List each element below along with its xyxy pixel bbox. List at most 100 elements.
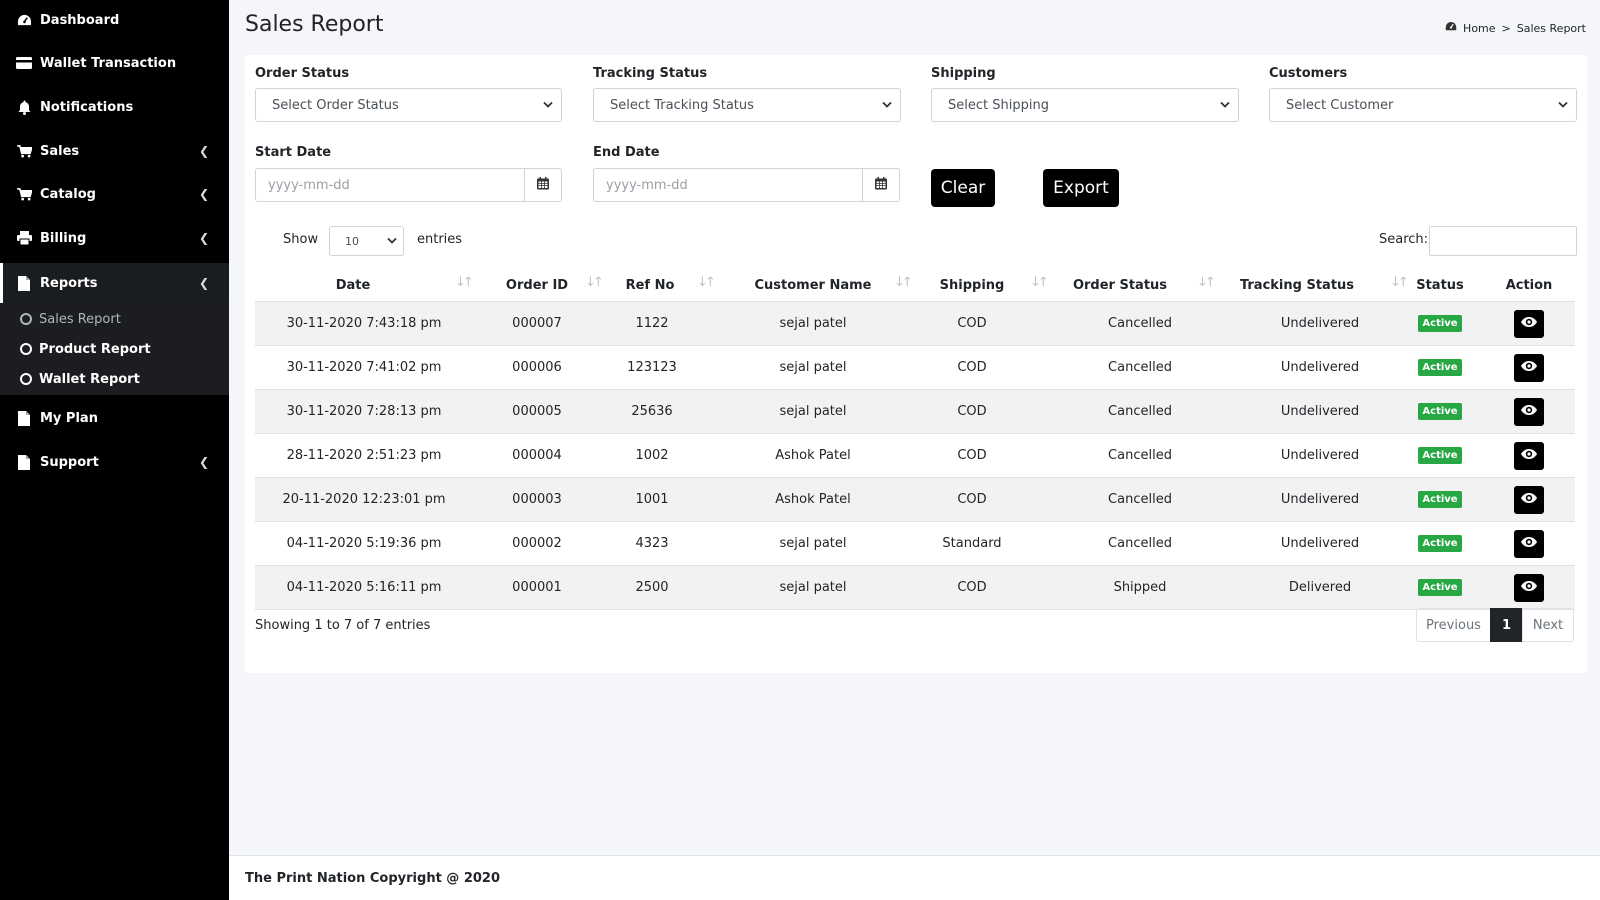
chevron-down-icon [543, 98, 553, 113]
cell-status: Active [1405, 522, 1475, 565]
order-status-select[interactable]: Select Order Status [255, 88, 562, 122]
shipping-select-value: Select Shipping [948, 97, 1049, 113]
end-date-input[interactable]: yyyy-mm-dd [593, 168, 863, 202]
cell-order-id: 000002 [512, 536, 562, 551]
status-badge: Active [1418, 491, 1462, 508]
view-button[interactable] [1514, 441, 1544, 470]
show-label: Show [283, 232, 319, 247]
column-header-order-status[interactable]: Order Status [1045, 269, 1195, 301]
customers-select[interactable]: Select Customer [1269, 88, 1577, 122]
pagination-next[interactable]: Next [1522, 608, 1574, 642]
cell-date: 30-11-2020 7:28:13 pm [286, 404, 442, 419]
column-header-action: Action [1505, 277, 1553, 293]
sidebar-item-dashboard[interactable]: Dashboard [0, 0, 229, 40]
sidebar-item-label: Catalog [40, 186, 96, 202]
sort-icon[interactable]: ↓↑ [1197, 275, 1216, 290]
table-row: 30-11-2020 7:28:13 pm 000005 25636 sejal… [255, 390, 1575, 434]
view-button[interactable] [1514, 529, 1544, 558]
breadcrumb: Home > Sales Report [1445, 21, 1586, 35]
sidebar-item-label: Dashboard [40, 12, 120, 28]
cell-order-id: 000006 [512, 360, 562, 375]
order-status-label: Order Status [255, 66, 350, 81]
sort-icon[interactable]: ↓↑ [894, 275, 913, 290]
submenu-item-sales-report[interactable]: Sales Report [0, 305, 229, 333]
chevron-left-icon: ❮ [198, 455, 209, 469]
eye-icon [1520, 492, 1538, 508]
sidebar-item-notifications[interactable]: Notifications [0, 87, 229, 127]
bell-icon [16, 99, 32, 115]
tracking-status-select[interactable]: Select Tracking Status [593, 88, 901, 122]
cell-date: 04-11-2020 5:19:36 pm [286, 536, 442, 551]
column-header-shipping[interactable]: Shipping [915, 269, 1029, 301]
cell-tracking-status: Undelivered [1280, 316, 1360, 331]
pagination-previous[interactable]: Previous [1416, 608, 1491, 642]
cell-customer-name: sejal patel [779, 316, 847, 331]
cell-action [1489, 566, 1569, 609]
view-button[interactable] [1514, 485, 1544, 514]
column-header-ref-no[interactable]: Ref No [603, 269, 697, 301]
submenu-item-product-report[interactable]: Product Report [0, 335, 229, 363]
cell-customer-name: Ashok Patel [775, 492, 851, 507]
search-input[interactable] [1429, 226, 1577, 256]
column-header-customer-name[interactable]: Customer Name [733, 269, 893, 301]
sidebar-item-label: Billing [40, 230, 87, 246]
column-header-tracking-status[interactable]: Tracking Status [1215, 269, 1379, 301]
cell-action [1489, 302, 1569, 345]
customers-select-value: Select Customer [1286, 97, 1394, 113]
sidebar-item-sales[interactable]: Sales ❮ [0, 131, 229, 171]
cell-order-id: 000005 [512, 404, 562, 419]
sidebar-item-support[interactable]: Support ❮ [0, 442, 229, 482]
export-button[interactable]: Export [1043, 169, 1119, 207]
table-row: 04-11-2020 5:19:36 pm 000002 4323 sejal … [255, 522, 1575, 566]
sidebar-item-my-plan[interactable]: My Plan [0, 398, 229, 438]
sidebar-item-billing[interactable]: Billing ❮ [0, 218, 229, 258]
cell-ref-no: 2500 [635, 580, 669, 595]
table-row: 04-11-2020 5:16:11 pm 000001 2500 sejal … [255, 566, 1575, 610]
start-date-input[interactable]: yyyy-mm-dd [255, 168, 525, 202]
breadcrumb-home-link[interactable]: Home [1463, 22, 1495, 35]
cell-shipping: COD [957, 404, 987, 419]
cell-order-id: 000001 [512, 580, 562, 595]
sort-icon[interactable]: ↓↑ [1030, 275, 1049, 290]
cell-date: 28-11-2020 2:51:23 pm [286, 448, 442, 463]
view-button[interactable] [1514, 309, 1544, 338]
clear-button[interactable]: Clear [931, 169, 995, 207]
cell-tracking-status: Undelivered [1280, 448, 1360, 463]
column-header-date[interactable]: Date [255, 269, 451, 301]
cell-customer-name: sejal patel [779, 580, 847, 595]
view-button[interactable] [1514, 397, 1544, 426]
sidebar-item-wallet-transaction[interactable]: Wallet Transaction [0, 43, 229, 83]
status-badge: Active [1418, 359, 1462, 376]
end-date-calendar-button[interactable] [862, 168, 900, 202]
eye-icon [1520, 536, 1538, 552]
cell-status: Active [1405, 478, 1475, 521]
view-button[interactable] [1514, 353, 1544, 382]
pagination-page-1[interactable]: 1 [1490, 608, 1523, 642]
column-header-order-id[interactable]: Order ID [483, 269, 591, 301]
sort-icon[interactable]: ↓↑ [455, 275, 474, 290]
sort-icon[interactable]: ↓↑ [1390, 275, 1409, 290]
chevron-left-icon: ❮ [198, 231, 209, 245]
sort-icon[interactable]: ↓↑ [697, 275, 716, 290]
sidebar-item-reports[interactable]: Reports ❮ [0, 263, 229, 303]
sort-icon[interactable]: ↓↑ [585, 275, 604, 290]
eye-icon [1520, 404, 1538, 420]
file-icon [16, 410, 32, 426]
entries-length-select[interactable]: 10 [329, 226, 404, 256]
file-icon [16, 454, 32, 470]
chevron-down-icon [1558, 98, 1568, 113]
cell-status: Active [1405, 390, 1475, 433]
cell-shipping: COD [957, 580, 987, 595]
entries-label: entries [417, 232, 463, 247]
start-date-calendar-button[interactable] [524, 168, 562, 202]
cell-order-status: Cancelled [1108, 492, 1172, 507]
status-badge: Active [1418, 447, 1462, 464]
circle-icon [20, 373, 32, 385]
shipping-label: Shipping [931, 66, 996, 81]
view-button[interactable] [1514, 573, 1544, 602]
file-icon [16, 275, 32, 291]
submenu-item-wallet-report[interactable]: Wallet Report [0, 365, 229, 393]
sidebar-item-catalog[interactable]: Catalog ❮ [0, 174, 229, 214]
cart-icon [16, 186, 32, 202]
shipping-select[interactable]: Select Shipping [931, 88, 1239, 122]
